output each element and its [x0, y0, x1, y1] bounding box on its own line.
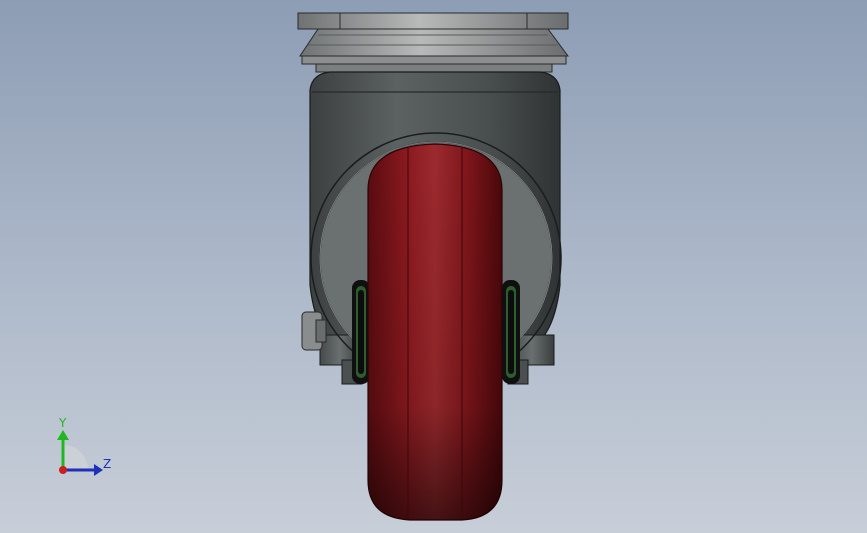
- axle-assembly-left: [352, 280, 370, 384]
- axle-assembly-right: [502, 280, 520, 384]
- model-viewport[interactable]: Y Z: [0, 0, 867, 533]
- brake-lever: [301, 311, 327, 351]
- top-plate: [297, 12, 569, 30]
- wheel: [367, 143, 503, 521]
- orientation-triad: Y Z: [57, 416, 111, 476]
- bearing-housing: [299, 28, 569, 73]
- triad-y-label: Y: [58, 416, 67, 430]
- triad-z-label: Z: [103, 457, 111, 471]
